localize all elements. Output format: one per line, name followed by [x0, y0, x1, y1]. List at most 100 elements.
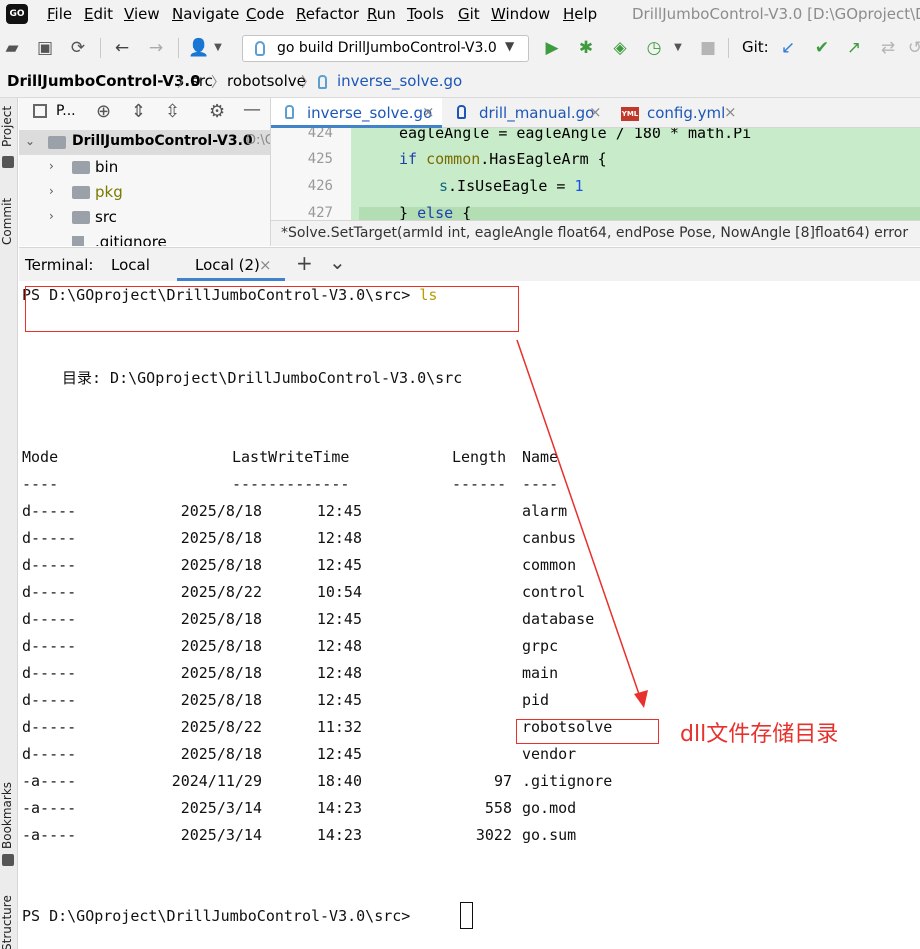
terminal-output[interactable]: PS D:\GOproject\DrillJumboControl-V3.0\s… [19, 281, 920, 949]
menu-help[interactable]: Help [563, 5, 597, 23]
back-arrow-icon[interactable]: ← [112, 38, 132, 58]
cell-date: 2025/8/22 [180, 718, 262, 736]
hide-panel-icon[interactable]: — [243, 99, 261, 120]
menu-view[interactable]: View [124, 5, 160, 23]
collapse-all-icon[interactable]: ⇳ [165, 101, 180, 122]
close-icon[interactable]: × [259, 256, 272, 274]
tab-terminal-local[interactable]: Local [111, 256, 150, 274]
menu-edit[interactable]: Edit [84, 5, 113, 23]
breadcrumb-separator: 〉 [211, 75, 225, 91]
cell-name: alarm [522, 502, 568, 520]
header-underline: ---- [522, 475, 559, 493]
editor-tab-bar: inverse_solve.go × drill_manual.go × YML… [271, 98, 920, 128]
chevron-down-icon[interactable]: ▼ [208, 38, 228, 58]
code-line: } else { [399, 204, 471, 220]
coverage-icon[interactable]: ◈ [610, 38, 630, 58]
tab-config-yml[interactable]: YML config.yml × [611, 98, 751, 128]
run-icon[interactable]: ▶ [542, 38, 562, 58]
chevron-down-icon[interactable]: ▼ [668, 38, 688, 58]
bookmarks-tool-tab[interactable]: Bookmarks [0, 776, 18, 854]
breadcrumb-project[interactable]: DrillJumboControl-V3.0 [7, 72, 201, 90]
menu-code[interactable]: Code [246, 5, 284, 23]
cell-date: 2025/8/18 [180, 745, 262, 763]
code-text: { [453, 204, 472, 220]
locate-icon[interactable]: ⊕ [96, 101, 111, 122]
cell-date: 2025/3/14 [180, 826, 262, 844]
forward-arrow-icon[interactable]: → [146, 38, 166, 58]
menu-refactor[interactable]: Refactor [296, 5, 359, 23]
tree-item-gitignore[interactable]: .gitignore [19, 230, 270, 246]
git-update-icon[interactable]: ↙ [778, 38, 798, 58]
structure-tool-tab[interactable]: Structure [0, 888, 18, 949]
sync-icon[interactable]: ⟳ [68, 38, 88, 58]
debug-icon[interactable]: ✱ [576, 38, 596, 58]
menu-tools[interactable]: Tools [407, 5, 444, 23]
menu-navigate[interactable]: Navigate [172, 5, 239, 23]
tree-item-root[interactable]: ⌄ DrillJumboControl-V3.0 D:\G [19, 130, 270, 155]
git-history-icon[interactable]: ↺ [905, 38, 920, 58]
git-push-icon[interactable]: ↗ [844, 38, 864, 58]
menu-file[interactable]: File [47, 5, 72, 23]
cell-length: 3022 [475, 826, 512, 844]
tab-terminal-local-2[interactable]: Local (2) [195, 256, 260, 274]
tab-drill-manual[interactable]: drill_manual.go × [443, 98, 609, 128]
expand-all-icon[interactable]: ⇕ [131, 101, 146, 122]
cell-time: 12:45 [316, 691, 362, 709]
header-mode: Mode [22, 448, 59, 466]
user-icon[interactable]: 👤 [188, 38, 209, 58]
cell-mode: -a---- [22, 772, 77, 790]
cell-mode: d----- [22, 502, 77, 520]
tree-root-label: DrillJumboControl-V3.0 [72, 133, 253, 149]
breadcrumb-src[interactable]: src [191, 72, 213, 90]
project-panel-title[interactable]: P... [56, 103, 76, 119]
tree-item-bin[interactable]: › bin [19, 155, 270, 180]
cell-time: 12:48 [316, 529, 362, 547]
tree-item-label: pkg [95, 183, 123, 201]
save-icon[interactable]: ▣ [35, 38, 55, 58]
tree-item-pkg[interactable]: › pkg [19, 180, 270, 205]
code-area[interactable]: eagleAngle = eagleAngle / 180 * math.Pi … [351, 128, 920, 220]
stop-icon[interactable]: ■ [698, 38, 718, 58]
signature-hint-bar: *Solve.SetTarget(armId int, eagleAngle f… [271, 220, 920, 246]
git-compare-icon[interactable]: ⇄ [878, 38, 898, 58]
close-icon[interactable]: × [589, 103, 602, 121]
chevron-down-icon: ▼ [505, 39, 515, 53]
menu-window[interactable]: Window [491, 5, 550, 23]
header-underline: ------------- [232, 475, 350, 493]
cell-length: 97 [493, 772, 512, 790]
project-tool-tab[interactable]: Project [0, 100, 18, 152]
header-length: Length [452, 448, 507, 466]
gear-icon[interactable]: ⚙ [209, 101, 225, 122]
tab-inverse-solve[interactable]: inverse_solve.go × [271, 98, 442, 128]
cell-mode: d----- [22, 529, 77, 547]
chevron-down-icon[interactable]: ⌄ [329, 250, 346, 274]
code-editor[interactable]: 424 425 426 427 eagleAngle = eagleAngle … [271, 128, 920, 220]
run-configuration-select[interactable]: go build DrillJumboControl-V3.0 ▼ [242, 35, 529, 62]
breadcrumb-robotsolve[interactable]: robotsolve [227, 72, 306, 90]
profile-icon[interactable]: ◷ [644, 38, 664, 58]
open-folder-icon[interactable]: ▰ [2, 38, 22, 58]
toolbar-separator [728, 38, 729, 58]
header-lastwritetime: LastWriteTime [232, 448, 350, 466]
close-icon[interactable]: × [422, 103, 435, 121]
chevron-down-icon[interactable]: ⌄ [25, 134, 35, 148]
chevron-right-icon[interactable]: › [49, 159, 54, 173]
project-tab-icon [2, 156, 14, 168]
add-terminal-icon[interactable]: + [296, 251, 313, 275]
git-commit-icon[interactable]: ✔ [812, 38, 832, 58]
chevron-right-icon[interactable]: › [49, 209, 54, 223]
breadcrumb-file[interactable]: inverse_solve.go [337, 72, 462, 90]
menu-git[interactable]: Git [458, 5, 480, 23]
close-icon[interactable]: × [724, 103, 737, 121]
tree-item-src[interactable]: › src [19, 205, 270, 230]
commit-tool-tab[interactable]: Commit [0, 190, 18, 252]
annotation-label: dll文件存储目录 [680, 722, 839, 747]
folder-icon [72, 211, 90, 224]
cell-mode: d----- [22, 556, 77, 574]
cell-mode: d----- [22, 691, 77, 709]
cell-date: 2025/8/18 [180, 610, 262, 628]
menu-run[interactable]: Run [367, 5, 396, 23]
cell-time: 10:54 [316, 583, 362, 601]
cell-name: canbus [522, 529, 577, 547]
chevron-right-icon[interactable]: › [49, 184, 54, 198]
